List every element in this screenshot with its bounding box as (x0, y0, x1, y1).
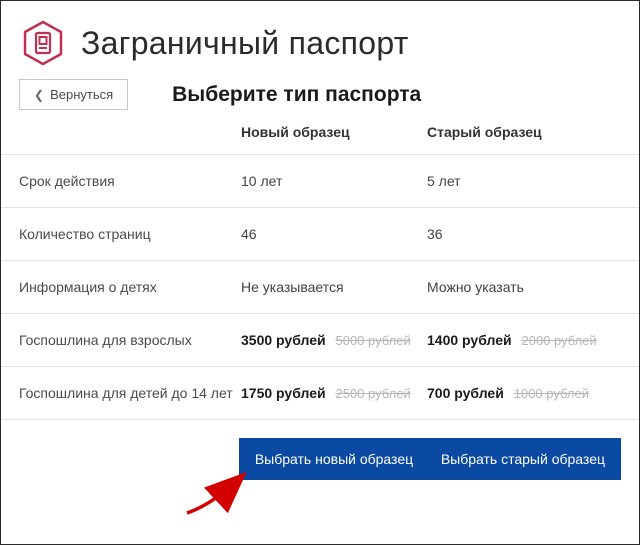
row-label: Срок действия (19, 173, 241, 189)
cell-new: 10 лет (241, 173, 427, 189)
cell-new: 1750 рублей 2500 рублей (241, 385, 427, 401)
price-current: 1400 рублей (427, 332, 512, 348)
price-strikethrough: 1000 рублей (514, 386, 589, 401)
price-current: 3500 рублей (241, 332, 326, 348)
back-button-label: Вернуться (50, 87, 113, 102)
row-label: Госпошлина для взрослых (19, 332, 241, 348)
comparison-table: Новый образец Старый образец Срок действ… (1, 124, 639, 480)
page-title: Заграничный паспорт (81, 25, 409, 62)
cell-new: 46 (241, 226, 427, 242)
table-row: Госпошлина для детей до 14 лет 1750 рубл… (1, 366, 639, 419)
choose-old-button[interactable]: Выбрать старый образец (425, 438, 621, 480)
header: Заграничный паспорт (1, 1, 639, 77)
table-row: Информация о детях Не указывается Можно … (1, 260, 639, 313)
cell-old: 36 (427, 226, 621, 242)
cell-old: 700 рублей 1000 рублей (427, 385, 621, 401)
row-label: Госпошлина для детей до 14 лет (19, 385, 241, 401)
price-current: 1750 рублей (241, 385, 326, 401)
cell-old: Можно указать (427, 279, 621, 295)
cell-old: 1400 рублей 2000 рублей (427, 332, 621, 348)
table-header: Новый образец Старый образец (1, 124, 639, 154)
passport-icon (19, 19, 67, 67)
table-row: Количество страниц 46 36 (1, 207, 639, 260)
price-strikethrough: 5000 рублей (335, 333, 410, 348)
price-current: 700 рублей (427, 385, 504, 401)
cell-new: 3500 рублей 5000 рублей (241, 332, 427, 348)
price-strikethrough: 2500 рублей (335, 386, 410, 401)
back-button[interactable]: ❮ Вернуться (19, 79, 128, 110)
chevron-left-icon: ❮ (34, 88, 44, 102)
choose-new-button[interactable]: Выбрать новый образец (239, 438, 429, 480)
cell-old: 5 лет (427, 173, 621, 189)
actions-row: Выбрать новый образец Выбрать старый обр… (1, 419, 639, 480)
table-row: Срок действия 10 лет 5 лет (1, 154, 639, 207)
column-header-new: Новый образец (241, 124, 427, 140)
subtitle: Выберите тип паспорта (172, 83, 421, 107)
cell-new: Не указывается (241, 279, 427, 295)
price-strikethrough: 2000 рублей (521, 333, 596, 348)
sub-header-row: ❮ Вернуться Выберите тип паспорта (1, 79, 639, 110)
row-label: Информация о детях (19, 279, 241, 295)
column-header-old: Старый образец (427, 124, 621, 140)
row-label: Количество страниц (19, 226, 241, 242)
table-row: Госпошлина для взрослых 3500 рублей 5000… (1, 313, 639, 366)
